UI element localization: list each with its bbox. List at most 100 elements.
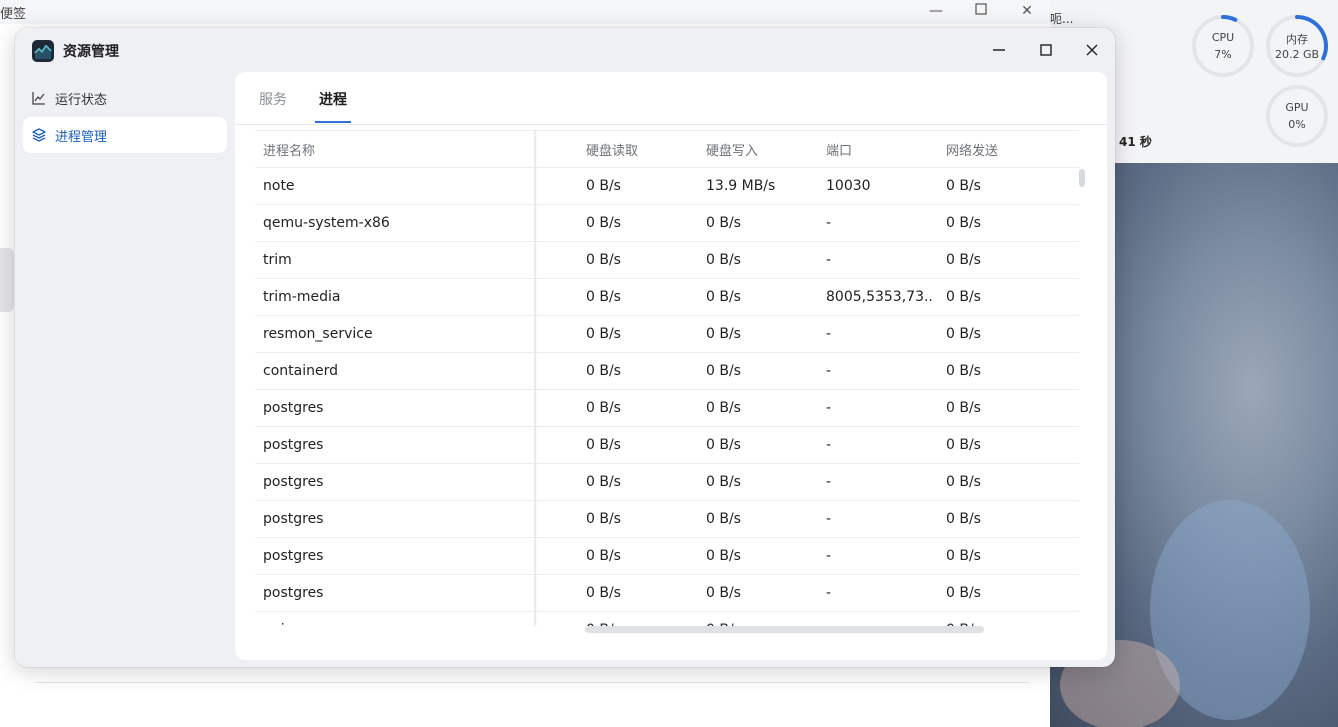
- column-header-disk-read[interactable]: 硬盘读取: [586, 131, 696, 167]
- background-text-fragment: 呃...: [1050, 12, 1074, 26]
- table-header-row: 进程名称 硬盘读取 硬盘写入 端口 网络发送: [255, 130, 1079, 168]
- table-row[interactable]: nginx0 B/s0 B/s-0 B/s: [255, 612, 1079, 626]
- cell-disk-read: 0 B/s: [586, 215, 621, 231]
- column-header-port[interactable]: 端口: [826, 131, 934, 167]
- cell-net-send: 0 B/s: [946, 363, 981, 379]
- table-row[interactable]: resmon_service 0 B/s 0 B/s - 0 B/s: [255, 316, 1079, 353]
- cell-name: postgres: [263, 585, 324, 601]
- cell-port: -: [826, 612, 934, 626]
- notes-minimize-icon[interactable]: —: [926, 2, 946, 20]
- cell-disk-read: 0 B/s: [586, 289, 621, 305]
- cell-disk-read: 0 B/s: [586, 178, 621, 194]
- window-title: 资源管理: [63, 44, 119, 60]
- gpu-gauge-ring: [1266, 85, 1328, 147]
- table-row[interactable]: postgres 0 B/s 0 B/s - 0 B/s: [255, 464, 1079, 501]
- table-row[interactable]: postgres 0 B/s 0 B/s - 0 B/s: [255, 427, 1079, 464]
- vertical-scrollbar[interactable]: [1079, 169, 1085, 187]
- uptime-text: 41 秒: [1119, 135, 1152, 149]
- notes-side-handle[interactable]: [0, 248, 14, 312]
- frozen-column-divider: [534, 130, 536, 626]
- cell-disk-read: 0 B/s: [586, 474, 621, 490]
- cell-name: postgres: [263, 511, 324, 527]
- cell-port: -: [826, 363, 832, 379]
- content-panel: 服务 进程 进程名称 硬盘读取 硬盘写入 端口 网络发送 note 0 B/s 13…: [235, 72, 1107, 660]
- sidebar-item-label: 运行状态: [55, 92, 108, 108]
- notes-titlebar: 便签 — ✕: [0, 0, 1050, 24]
- cpu-gauge[interactable]: CPU 7%: [1191, 14, 1255, 78]
- notes-close-icon[interactable]: ✕: [1017, 2, 1037, 20]
- cell-net-send: 0 B/s: [946, 585, 981, 601]
- cell-disk-write: 0 B/s: [706, 252, 741, 268]
- cell-disk-read: 0 B/s: [586, 548, 621, 564]
- gpu-gauge-label: GPU: [1285, 101, 1309, 114]
- cell-name: trim: [263, 252, 292, 268]
- sidebar-item-status[interactable]: 运行状态: [23, 80, 227, 116]
- notes-maximize-icon[interactable]: [971, 2, 991, 20]
- sidebar-item-processes[interactable]: 进程管理: [23, 117, 227, 153]
- cell-net-send: 0 B/s: [946, 612, 1056, 626]
- cell-net-send: 0 B/s: [946, 400, 981, 416]
- column-header-net-send[interactable]: 网络发送: [946, 131, 1056, 167]
- close-button[interactable]: [1078, 38, 1106, 62]
- cell-disk-write: 0 B/s: [706, 585, 741, 601]
- table-row[interactable]: postgres 0 B/s 0 B/s - 0 B/s: [255, 538, 1079, 575]
- table-row[interactable]: postgres 0 B/s 0 B/s - 0 B/s: [255, 501, 1079, 538]
- minimize-button[interactable]: [985, 38, 1013, 62]
- cell-disk-read: 0 B/s: [586, 252, 621, 268]
- table-row[interactable]: qemu-system-x86 0 B/s 0 B/s - 0 B/s: [255, 205, 1079, 242]
- cell-disk-write: 0 B/s: [706, 326, 741, 342]
- cell-port: -: [826, 474, 832, 490]
- cell-name: postgres: [263, 437, 324, 453]
- cell-port: -: [826, 400, 832, 416]
- cell-port: -: [826, 585, 832, 601]
- table-row[interactable]: postgres 0 B/s 0 B/s - 0 B/s: [255, 390, 1079, 427]
- memory-gauge-label: 内存: [1286, 33, 1308, 46]
- cell-name: nginx: [263, 612, 523, 626]
- cell-disk-read: 0 B/s: [586, 363, 621, 379]
- process-table[interactable]: 进程名称 硬盘读取 硬盘写入 端口 网络发送 note 0 B/s 13.9 MB/…: [255, 130, 1087, 626]
- sidebar-item-label: 进程管理: [55, 129, 108, 145]
- cpu-gauge-value: 7%: [1214, 48, 1232, 61]
- column-header-disk-write[interactable]: 硬盘写入: [706, 131, 816, 167]
- table-row[interactable]: containerd 0 B/s 0 B/s - 0 B/s: [255, 353, 1079, 390]
- minimize-icon: [993, 49, 1005, 51]
- cell-disk-read: 0 B/s: [586, 326, 621, 342]
- cell-disk-read: 0 B/s: [586, 437, 621, 453]
- cell-net-send: 0 B/s: [946, 474, 981, 490]
- cell-disk-write: 0 B/s: [706, 548, 741, 564]
- cell-disk-write: 0 B/s: [706, 474, 741, 490]
- tab-services[interactable]: 服务: [259, 89, 287, 109]
- cell-name: postgres: [263, 400, 324, 416]
- horizontal-scrollbar[interactable]: [585, 626, 984, 633]
- cell-name: qemu-system-x86: [263, 215, 390, 231]
- cell-port: -: [826, 548, 832, 564]
- tab-processes[interactable]: 进程: [319, 89, 347, 109]
- table-row[interactable]: trim 0 B/s 0 B/s - 0 B/s: [255, 242, 1079, 279]
- gpu-gauge[interactable]: GPU 0%: [1265, 84, 1329, 148]
- cell-disk-write: 0 B/s: [706, 289, 741, 305]
- table-row[interactable]: note 0 B/s 13.9 MB/s 10030 0 B/s: [255, 168, 1079, 205]
- column-header-name[interactable]: 进程名称: [263, 131, 523, 167]
- cell-port: -: [826, 511, 832, 527]
- cell-port: -: [826, 252, 832, 268]
- cell-disk-write: 0 B/s: [706, 511, 741, 527]
- memory-gauge-value: 20.2 GB: [1274, 48, 1320, 61]
- cell-net-send: 0 B/s: [946, 252, 981, 268]
- cell-net-send: 0 B/s: [946, 178, 981, 194]
- cell-disk-write: 0 B/s: [706, 437, 741, 453]
- cell-disk-read: 0 B/s: [586, 585, 621, 601]
- notes-divider: [36, 682, 1029, 683]
- resource-monitor-icon: [32, 40, 54, 62]
- cell-net-send: 0 B/s: [946, 548, 981, 564]
- maximize-button[interactable]: [1032, 38, 1060, 62]
- cell-disk-read: 0 B/s: [586, 400, 621, 416]
- table-row[interactable]: postgres 0 B/s 0 B/s - 0 B/s: [255, 575, 1079, 612]
- cell-disk-read: 0 B/s: [586, 511, 621, 527]
- cell-disk-write: 13.9 MB/s: [706, 178, 776, 194]
- memory-gauge[interactable]: 内存 20.2 GB: [1265, 14, 1329, 78]
- table-row[interactable]: trim-media 0 B/s 0 B/s 8005,5353,73... 0 B/s: [255, 279, 1079, 316]
- line-chart-icon: [31, 90, 47, 106]
- cell-name: postgres: [263, 548, 324, 564]
- cell-port: -: [826, 326, 832, 342]
- cell-net-send: 0 B/s: [946, 215, 981, 231]
